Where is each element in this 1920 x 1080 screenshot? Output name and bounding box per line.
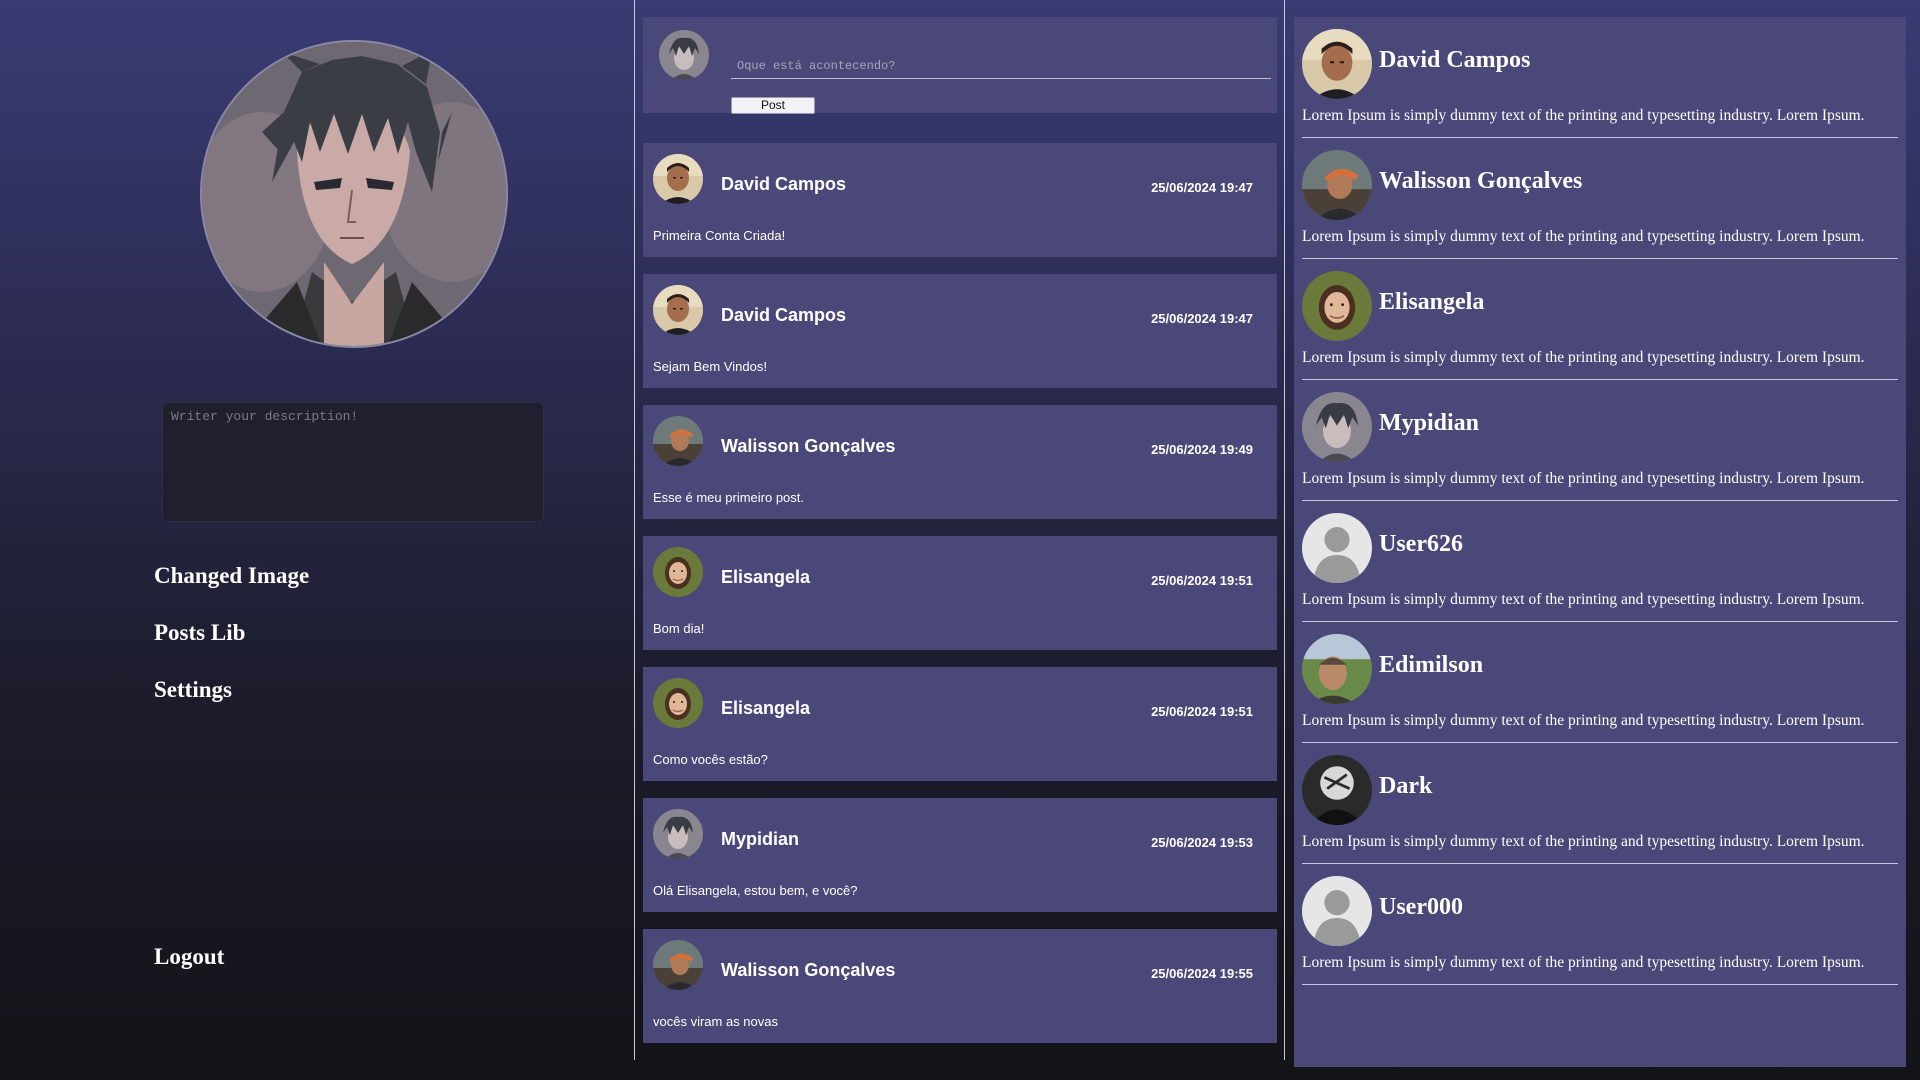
post-timestamp: 25/06/2024 19:55	[1151, 966, 1253, 981]
user-name[interactable]: Walisson Gonçalves	[1379, 168, 1582, 195]
post-card: Elisangela 25/06/2024 19:51 Bom dia!	[643, 536, 1277, 650]
user-name[interactable]: Mypidian	[1379, 410, 1479, 437]
post-card: Walisson Gonçalves 25/06/2024 19:55 você…	[643, 929, 1277, 1043]
post-card: David Campos 25/06/2024 19:47 Primeira C…	[643, 143, 1277, 257]
user-name[interactable]: User000	[1379, 894, 1463, 921]
user-list-item[interactable]: Mypidian Lorem Ipsum is simply dummy tex…	[1294, 380, 1898, 501]
post-author[interactable]: Walisson Gonçalves	[721, 436, 895, 457]
post-button[interactable]: Post	[731, 97, 815, 114]
app-window: Changed Image Posts Lib Settings Logout …	[0, 0, 1920, 1080]
user-description: Lorem Ipsum is simply dummy text of the …	[1302, 712, 1865, 729]
post-author[interactable]: David Campos	[721, 305, 846, 326]
user-avatar[interactable]	[1302, 150, 1372, 220]
user-avatar[interactable]	[1302, 755, 1372, 825]
post-card: Elisangela 25/06/2024 19:51 Como vocês e…	[643, 667, 1277, 781]
right-divider	[1284, 0, 1285, 1060]
user-description: Lorem Ipsum is simply dummy text of the …	[1302, 349, 1865, 366]
post-text: Sejam Bem Vindos!	[653, 359, 767, 374]
user-list-item[interactable]: Walisson Gonçalves Lorem Ipsum is simply…	[1294, 138, 1898, 259]
post-avatar[interactable]	[653, 940, 703, 990]
post-avatar[interactable]	[653, 285, 703, 335]
post-author[interactable]: Walisson Gonçalves	[721, 960, 895, 981]
user-name[interactable]: User626	[1379, 531, 1463, 558]
post-author[interactable]: Elisangela	[721, 698, 810, 719]
post-card: David Campos 25/06/2024 19:47 Sejam Bem …	[643, 274, 1277, 388]
user-avatar[interactable]	[1302, 29, 1372, 99]
post-text: Como vocês estão?	[653, 752, 768, 767]
user-avatar[interactable]	[1302, 392, 1372, 462]
post-author[interactable]: Elisangela	[721, 567, 810, 588]
nav-posts-lib[interactable]: Posts Lib	[154, 620, 245, 646]
post-timestamp: 25/06/2024 19:51	[1151, 573, 1253, 588]
post-card: Walisson Gonçalves 25/06/2024 19:49 Esse…	[643, 405, 1277, 519]
post-author[interactable]: Mypidian	[721, 829, 799, 850]
post-text: Bom dia!	[653, 621, 705, 636]
left-divider	[634, 0, 635, 1060]
post-timestamp: 25/06/2024 19:51	[1151, 704, 1253, 719]
post-text: Esse é meu primeiro post.	[653, 490, 805, 505]
post-avatar[interactable]	[653, 154, 703, 204]
default-avatar-icon[interactable]	[1302, 876, 1372, 946]
user-list-item[interactable]: User626 Lorem Ipsum is simply dummy text…	[1294, 501, 1898, 622]
user-name[interactable]: Dark	[1379, 773, 1432, 800]
user-name[interactable]: David Campos	[1379, 47, 1530, 74]
post-avatar[interactable]	[653, 809, 703, 859]
post-input[interactable]	[731, 53, 1271, 79]
post-feed: Post David Campos 25/06/2024 19:47 Prime…	[643, 0, 1277, 1080]
post-timestamp: 25/06/2024 19:47	[1151, 180, 1253, 195]
profile-avatar-image	[202, 42, 506, 346]
profile-avatar[interactable]	[200, 40, 508, 348]
post-text: Olá Elisangela, estou bem, e você?	[653, 883, 858, 898]
user-description: Lorem Ipsum is simply dummy text of the …	[1302, 228, 1865, 245]
post-text: vocês viram as novas	[653, 1014, 778, 1029]
user-name[interactable]: Edimilson	[1379, 652, 1483, 679]
user-separator	[1302, 984, 1898, 985]
nav-changed-image[interactable]: Changed Image	[154, 563, 309, 589]
user-description: Lorem Ipsum is simply dummy text of the …	[1302, 470, 1865, 487]
post-text: Primeira Conta Criada!	[653, 228, 786, 243]
user-name[interactable]: Elisangela	[1379, 289, 1484, 316]
description-input[interactable]	[162, 402, 544, 522]
composer-avatar	[659, 30, 709, 80]
user-list-item[interactable]: Edimilson Lorem Ipsum is simply dummy te…	[1294, 622, 1898, 743]
user-description: Lorem Ipsum is simply dummy text of the …	[1302, 954, 1865, 971]
post-avatar[interactable]	[653, 416, 703, 466]
default-avatar-icon[interactable]	[1302, 513, 1372, 583]
users-panel: David Campos Lorem Ipsum is simply dummy…	[1294, 17, 1906, 1067]
logout-button[interactable]: Logout	[154, 944, 224, 970]
post-avatar[interactable]	[653, 678, 703, 728]
user-list-item[interactable]: David Campos Lorem Ipsum is simply dummy…	[1294, 17, 1898, 138]
user-description: Lorem Ipsum is simply dummy text of the …	[1302, 591, 1865, 608]
post-avatar[interactable]	[653, 547, 703, 597]
profile-sidebar: Changed Image Posts Lib Settings Logout	[0, 0, 634, 1080]
post-timestamp: 25/06/2024 19:53	[1151, 835, 1253, 850]
user-list-item[interactable]: Dark Lorem Ipsum is simply dummy text of…	[1294, 743, 1898, 864]
post-card: Mypidian 25/06/2024 19:53 Olá Elisangela…	[643, 798, 1277, 912]
post-timestamp: 25/06/2024 19:49	[1151, 442, 1253, 457]
nav-settings[interactable]: Settings	[154, 677, 232, 703]
user-description: Lorem Ipsum is simply dummy text of the …	[1302, 107, 1865, 124]
post-composer: Post	[643, 17, 1277, 114]
user-avatar[interactable]	[1302, 271, 1372, 341]
user-description: Lorem Ipsum is simply dummy text of the …	[1302, 833, 1865, 850]
user-list-item[interactable]: User000 Lorem Ipsum is simply dummy text…	[1294, 864, 1898, 985]
post-author[interactable]: David Campos	[721, 174, 846, 195]
post-timestamp: 25/06/2024 19:47	[1151, 311, 1253, 326]
user-avatar[interactable]	[1302, 634, 1372, 704]
user-list-item[interactable]: Elisangela Lorem Ipsum is simply dummy t…	[1294, 259, 1898, 380]
